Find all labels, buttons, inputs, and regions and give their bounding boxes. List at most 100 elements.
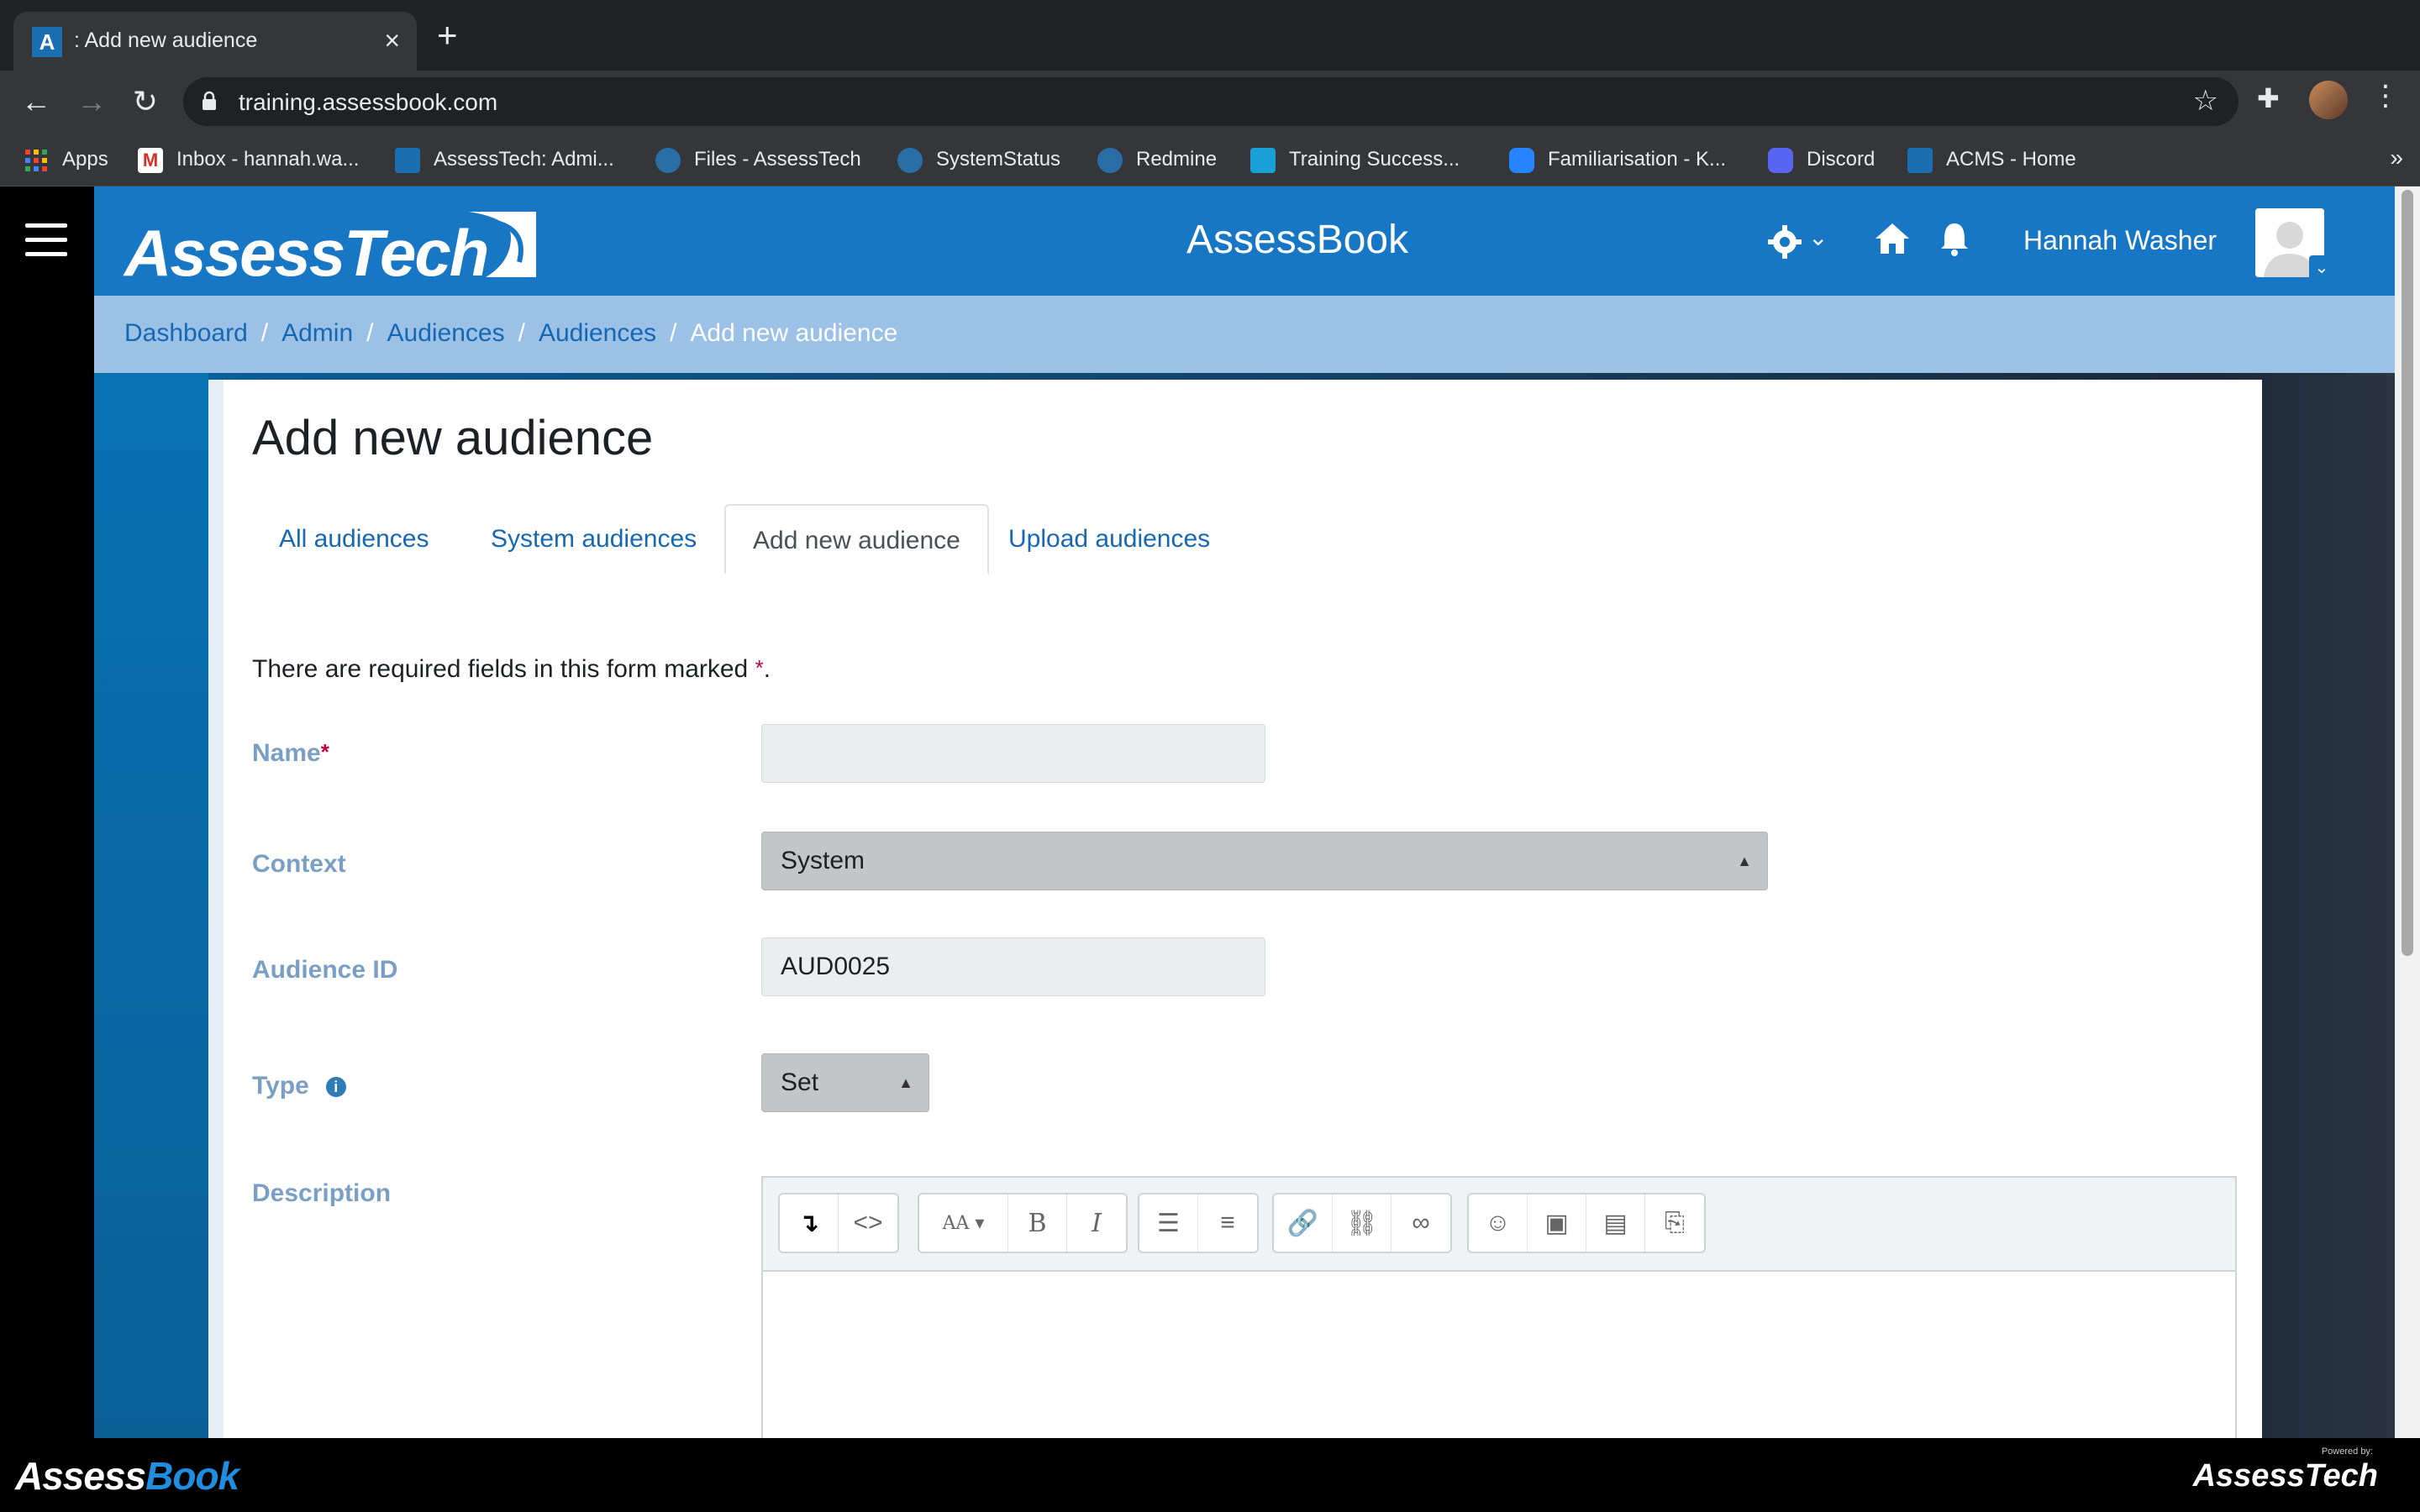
emoticon-icon[interactable]: ☺ [1469,1194,1528,1252]
type-label-text: Type [252,1072,309,1100]
powered-by-label: Powered by: [2321,1446,2373,1457]
toolbar-group-format: AA ▾ B I [918,1193,1128,1253]
extensions-puzzle-icon[interactable]: ✚ [2257,82,2280,114]
breadcrumb-separator: / [518,319,525,347]
audience-id-input[interactable]: AUD0025 [761,937,1265,996]
bookmark-label: AssessTech: Admi... [434,148,614,171]
audience-id-label: Audience ID [252,956,398,984]
name-label: Name* [252,739,329,768]
info-icon[interactable]: i [325,1077,346,1098]
manage-files-icon[interactable]: ∞ [1392,1194,1450,1252]
close-tab-icon[interactable]: × [384,24,400,57]
context-select[interactable]: System ▲ [761,832,1768,890]
forward-arrow-icon[interactable]: → [72,82,111,121]
tab-add-new-audience[interactable]: Add new audience [724,504,989,575]
bookmark-training[interactable]: Training Success... [1250,144,1460,175]
breadcrumb-separator: / [366,319,374,347]
unordered-list-icon[interactable]: ☰ [1139,1194,1198,1252]
ordered-list-icon[interactable]: ≡ [1198,1194,1257,1252]
bookmark-assesstech-admin[interactable]: AssessTech: Admi... [395,144,614,175]
assesstech-icon [897,147,923,173]
tab-upload-audiences[interactable]: Upload audiences [981,504,1237,575]
page-scrollbar[interactable] [2395,186,2420,1438]
assesstech-icon [395,147,420,173]
tab-all-audiences[interactable]: All audiences [252,504,455,575]
site-header: AssessTech AssessBook ⌄ Hannah Washer ⌄ [94,186,2395,296]
more-bookmarks-icon[interactable]: » [2390,144,2403,171]
browser-tab[interactable]: A : Add new audience × [13,12,417,71]
bookmark-familiarisation[interactable]: Familiarisation - K... [1509,144,1726,175]
bookmark-acms[interactable]: ACMS - Home [1907,144,2076,175]
bookmark-systemstatus[interactable]: SystemStatus [897,144,1060,175]
breadcrumb-current: Add new audience [690,319,898,347]
bookmark-redmine[interactable]: Redmine [1097,144,1217,175]
reload-icon[interactable]: ↻ [126,82,165,121]
bold-icon[interactable]: B [1008,1194,1067,1252]
link-icon[interactable]: 🔗 [1274,1194,1333,1252]
user-name[interactable]: Hannah Washer [2023,225,2217,256]
bookmarks-bar: Apps M Inbox - hannah.wa... AssessTech: A… [0,133,2420,186]
assesstech-logo[interactable]: AssessTech [124,203,553,290]
media-icon[interactable]: ▤ [1586,1194,1645,1252]
paragraph-styles-icon[interactable]: AA ▾ [919,1194,1008,1252]
bookmark-discord[interactable]: Discord [1768,144,1875,175]
description-label: Description [252,1179,392,1207]
html-source-icon[interactable]: <> [839,1194,897,1252]
context-label: Context [252,850,346,878]
bookmark-files[interactable]: Files - AssessTech [655,144,861,175]
new-tab-icon[interactable]: + [437,18,458,53]
image-icon[interactable]: ▣ [1528,1194,1586,1252]
required-note-text: There are required fields in this form m… [252,655,749,683]
app-body: AssessTech AssessBook ⌄ Hannah Washer ⌄ … [94,186,2395,1438]
profile-avatar-icon[interactable] [2309,81,2348,119]
unlink-icon[interactable]: ⛓ [1333,1194,1392,1252]
bookmark-label: Files - AssessTech [694,148,861,171]
scrollbar-thumb[interactable] [2402,190,2413,956]
page-viewport: AssessTech AssessBook ⌄ Hannah Washer ⌄ … [0,186,2420,1438]
manage-files-clipboard-icon[interactable]: ⎘ [1645,1194,1704,1252]
browser-tab-strip: A : Add new audience × + [0,0,2420,71]
assesstech-icon [655,147,681,173]
select-arrows-icon: ▲ [1737,853,1752,869]
type-select[interactable]: Set ▲ [761,1053,929,1112]
bookmark-label: Apps [62,148,108,171]
toolbar-group-collapse: ↴ <> [778,1193,899,1253]
italic-icon[interactable]: I [1067,1194,1126,1252]
bookmark-label: Discord [1807,148,1876,171]
breadcrumb-audiences-category[interactable]: Audiences [387,319,505,347]
browser-menu-icon[interactable]: ⋮ [2371,79,2400,113]
bookmark-apps[interactable]: Apps [24,144,108,175]
bookmark-label: Training Success... [1289,148,1460,171]
settings-gear-icon[interactable] [1766,223,1803,260]
tab-system-audiences[interactable]: System audiences [464,504,723,575]
name-label-text: Name [252,739,321,767]
toolbar-collapse-icon[interactable]: ↴ [780,1194,839,1252]
assesstech-icon [1907,147,1933,173]
back-arrow-icon[interactable]: ← [17,82,55,121]
chevron-down-icon[interactable]: ⌄ [1808,223,1828,251]
breadcrumb: Dashboard / Admin / Audiences / Audiences / Add … [124,319,897,348]
breadcrumb-admin[interactable]: Admin [281,319,353,347]
home-icon[interactable] [1874,222,1911,255]
decorative-left-strip [94,373,208,1438]
hamburger-menu-icon[interactable] [25,223,67,257]
required-asterisk-icon: * [320,739,329,764]
discord-icon [1768,147,1793,173]
bookmark-star-icon[interactable]: ☆ [2193,84,2218,118]
breadcrumb-dashboard[interactable]: Dashboard [124,319,248,347]
breadcrumb-bar: Dashboard / Admin / Audiences / Audiences / Add … [94,296,2395,373]
editor-content-area[interactable] [763,1272,2235,1438]
type-selected-value: Set [781,1068,819,1096]
notification-bell-icon[interactable] [1936,220,1973,257]
address-bar[interactable]: training.assessbook.com ☆ [183,77,2238,126]
breadcrumb-separator: / [670,319,677,347]
name-input[interactable] [761,724,1265,783]
required-asterisk-icon: * [755,655,764,680]
confluence-icon [1509,147,1534,173]
bookmark-inbox[interactable]: M Inbox - hannah.wa... [138,144,359,175]
breadcrumb-audiences[interactable]: Audiences [539,319,656,347]
site-title: AssessBook [1186,218,1409,262]
user-menu-chevron-icon[interactable]: ⌄ [2309,255,2334,281]
footer-logo-part-b: Book [145,1454,239,1498]
editor-toolbar: ↴ <> AA ▾ B I ☰ ≡ 🔗 ⛓ ∞ ☺ ▣ ▤ ⎘ [763,1178,2235,1272]
